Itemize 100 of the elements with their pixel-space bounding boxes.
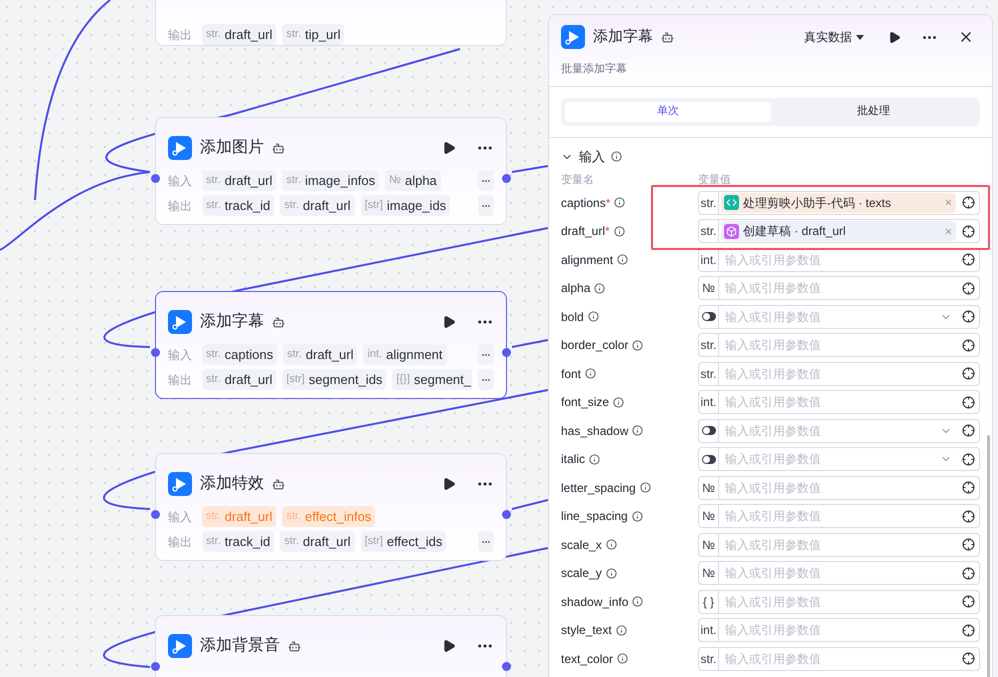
more-ports-button[interactable] — [478, 531, 494, 552]
port-chip: [str] effect_ids — [360, 531, 446, 552]
input-field[interactable]: № 输入或引用参数值 — [698, 561, 980, 586]
mode-tab[interactable]: 批处理 — [770, 102, 976, 122]
more-ports-button[interactable] — [478, 344, 494, 365]
run-icon[interactable] — [442, 141, 456, 155]
input-field[interactable]: str. 输入或引用参数值 — [698, 646, 980, 671]
clear-icon[interactable] — [944, 226, 953, 236]
value-input[interactable]: 输入或引用参数值 — [719, 564, 958, 582]
output-port[interactable] — [502, 348, 511, 357]
toggle-switch[interactable] — [702, 454, 716, 464]
input-field[interactable]: int. 输入或引用参数值 — [698, 618, 980, 642]
more-ports-button[interactable] — [478, 195, 494, 216]
select-field[interactable]: 输入或引用参数值 — [698, 304, 980, 329]
data-mode-dropdown[interactable]: 真实数据 — [804, 28, 864, 46]
type-tag: № — [699, 562, 719, 584]
value-input[interactable]: 输入或引用参数值 — [719, 478, 958, 497]
row-label: 输出 — [168, 26, 193, 44]
target-icon[interactable] — [962, 253, 975, 266]
more-ports-button[interactable] — [478, 369, 494, 390]
input-field[interactable]: int. 输入或引用参数值 — [698, 248, 980, 272]
input-field[interactable]: № 输入或引用参数值 — [698, 276, 980, 300]
value-input[interactable]: 输入或引用参数值 — [719, 422, 940, 440]
run-icon[interactable] — [442, 315, 456, 329]
run-icon[interactable] — [888, 30, 901, 44]
value-input[interactable]: 输入或引用参数值 — [719, 450, 940, 468]
type-tag: № — [699, 505, 719, 528]
input-field[interactable]: { } 输入或引用参数值 — [698, 590, 980, 614]
target-icon[interactable] — [962, 224, 975, 238]
info-icon — [640, 482, 651, 494]
run-icon[interactable] — [442, 477, 456, 491]
target-icon[interactable] — [962, 510, 975, 523]
param-name: style_text — [561, 622, 612, 640]
input-field[interactable]: № 输入或引用参数值 — [698, 476, 980, 500]
input-field[interactable]: № 输入或引用参数值 — [698, 504, 980, 528]
input-port[interactable] — [151, 510, 160, 519]
reference-field[interactable]: str. 处理剪映小助手-代码 · texts — [698, 190, 980, 215]
value-input[interactable]: 输入或引用参数值 — [719, 507, 958, 526]
target-icon[interactable] — [962, 310, 975, 324]
clear-icon[interactable] — [944, 198, 953, 208]
mode-tab[interactable]: 单次 — [565, 102, 770, 122]
more-ports-button[interactable] — [478, 170, 494, 191]
input-field[interactable]: str. 输入或引用参数值 — [698, 362, 980, 386]
target-icon[interactable] — [962, 538, 975, 552]
input-port[interactable] — [151, 662, 160, 671]
value-input[interactable]: 输入或引用参数值 — [719, 621, 958, 640]
run-icon[interactable] — [442, 639, 456, 653]
value-input[interactable]: 输入或引用参数值 — [719, 308, 940, 326]
param-name: has_shadow — [561, 422, 628, 440]
target-icon[interactable] — [962, 396, 975, 409]
info-icon — [617, 254, 628, 266]
reference-field[interactable]: str. 创建草稿 · draft_url — [698, 219, 980, 244]
input-field[interactable]: int. 输入或引用参数值 — [698, 390, 980, 414]
select-field[interactable]: 输入或引用参数值 — [698, 447, 980, 472]
port-chip: str. image_infos — [282, 170, 380, 191]
input-field[interactable]: № 输入或引用参数值 — [698, 532, 980, 557]
value-input[interactable]: 输入或引用参数值 — [719, 279, 958, 298]
workflow-node[interactable]: 输出 str. draft_url str. tip_url — [155, 0, 507, 46]
input-port[interactable] — [151, 348, 160, 357]
target-icon[interactable] — [962, 566, 975, 580]
select-field[interactable]: 输入或引用参数值 — [698, 418, 980, 443]
target-icon[interactable] — [962, 196, 975, 210]
type-tag: str. — [699, 648, 719, 670]
column-header: 变量值 — [698, 172, 731, 188]
node-title: 添加特效 — [200, 474, 264, 494]
param-name: font_size — [561, 394, 610, 412]
toggle-switch[interactable] — [702, 426, 716, 436]
robot-icon — [272, 316, 285, 328]
row-label: 输入 — [168, 508, 193, 526]
value-input[interactable]: 输入或引用参数值 — [719, 336, 958, 354]
input-field[interactable]: str. 输入或引用参数值 — [698, 333, 980, 358]
target-icon[interactable] — [962, 624, 975, 637]
target-icon[interactable] — [962, 338, 975, 352]
output-port[interactable] — [502, 510, 511, 519]
app-logo-icon — [168, 310, 192, 334]
info-icon — [614, 197, 626, 208]
info-icon — [589, 454, 600, 465]
value-input[interactable]: 输入或引用参数值 — [719, 364, 958, 383]
target-icon[interactable] — [962, 367, 975, 380]
output-port[interactable] — [502, 662, 511, 671]
value-input[interactable]: 输入或引用参数值 — [719, 393, 958, 412]
app-logo-icon — [168, 136, 192, 160]
info-icon — [617, 653, 628, 664]
param-name: letter_spacing — [561, 480, 636, 497]
target-icon[interactable] — [962, 282, 975, 295]
value-input[interactable]: 输入或引用参数值 — [719, 650, 958, 668]
type-tag: { } — [699, 590, 719, 613]
target-icon[interactable] — [962, 652, 975, 666]
value-input[interactable]: 输入或引用参数值 — [719, 250, 958, 269]
toggle-switch[interactable] — [702, 312, 716, 322]
input-port[interactable] — [151, 174, 160, 183]
value-input[interactable]: 输入或引用参数值 — [719, 592, 958, 611]
output-port[interactable] — [502, 174, 511, 183]
target-icon[interactable] — [962, 452, 975, 466]
target-icon[interactable] — [962, 481, 975, 494]
target-icon[interactable] — [962, 595, 975, 608]
value-input[interactable]: 输入或引用参数值 — [719, 536, 958, 554]
port-chip: [str] segment_ids — [282, 369, 386, 390]
target-icon[interactable] — [962, 424, 975, 438]
robot-icon — [272, 142, 285, 154]
